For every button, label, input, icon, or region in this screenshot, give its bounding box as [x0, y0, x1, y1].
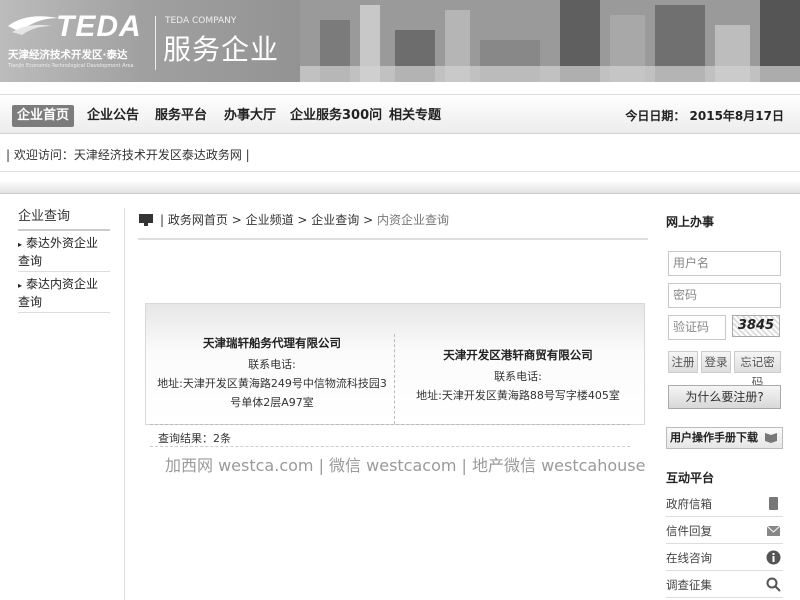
forgot-password-button[interactable]: 忘记密码 [734, 351, 781, 389]
username-input[interactable]: 用户名 [668, 251, 781, 276]
results-panel: 天津瑞轩船务代理有限公司 联系电话: 地址:天津开发区黄海路249号中信物流科技… [145, 303, 645, 425]
company-name[interactable]: 天津瑞轩船务代理有限公司 [152, 334, 392, 353]
card-divider [394, 334, 395, 424]
nav-item-announcements[interactable]: 企业公告 [82, 105, 144, 127]
interaction-item-label: 政府信箱 [666, 497, 712, 511]
why-register-button[interactable]: 为什么要注册? [668, 385, 781, 409]
interaction-title: 互动平台 [666, 471, 715, 485]
register-button[interactable]: 注册 [668, 351, 698, 373]
breadcrumb: | 政务网首页 > 企业频道 > 企业查询 > 内资企业查询 [138, 210, 648, 240]
triangle-right-icon: ▸ [18, 240, 23, 249]
section-title: 服务企业 [163, 33, 280, 66]
result-count: 查询结果：2条 [158, 432, 231, 445]
sidebar-item-label: 泰达外资企业查询 [18, 236, 99, 268]
main-nav: 企业首页 企业公告 服务平台 办事大厅 企业服务300问 相关专题 今日日期： … [0, 94, 800, 134]
sidebar-item-foreign-enterprise[interactable]: ▸ 泰达外资企业查询 [18, 231, 110, 272]
breadcrumb-separator: > [227, 213, 246, 227]
logo-wordmark: TEDA [56, 10, 142, 43]
company-card: 天津瑞轩船务代理有限公司 联系电话: 地址:天津开发区黄海路249号中信物流科技… [152, 334, 392, 412]
teda-swoosh-icon [8, 16, 58, 35]
monitor-icon [139, 214, 153, 226]
page: TEDA 天津经济技术开发区·泰达 Tianjin Economic-Techn… [0, 0, 800, 600]
phone-icon [769, 497, 778, 510]
breadcrumb-enterprise-query[interactable]: 企业查询 [311, 213, 359, 227]
envelope-icon [766, 525, 781, 536]
today-date: 今日日期： 2015年8月17日 [625, 109, 784, 123]
left-sidebar: 企业查询 ▸ 泰达外资企业查询 ▸ 泰达内资企业查询 [18, 205, 110, 313]
company-phone: 联系电话: [248, 358, 296, 371]
interaction-item-survey[interactable]: 调查征集 [666, 572, 783, 598]
company-address: 地址:天津开发区黄海路88号写字楼405室 [416, 389, 620, 402]
manual-download-label: 用户操作手册下载 [670, 431, 758, 444]
nav-item-service-hall[interactable]: 办事大厅 [219, 105, 281, 127]
divider [150, 424, 630, 425]
column-divider [124, 208, 125, 600]
interaction-item-label: 信件回复 [666, 524, 712, 538]
company-address: 地址:天津开发区黄海路249号中信物流科技园3号单体2层A97室 [157, 377, 387, 409]
company-card: 天津开发区港轩商贸有限公司 联系电话: 地址:天津开发区黄海路88号写字楼405… [398, 346, 638, 405]
city-skyline-image [300, 0, 800, 82]
company-phone: 联系电话: [494, 370, 542, 383]
manual-download-link[interactable]: 用户操作手册下载 [666, 427, 783, 449]
password-input[interactable]: 密码 [668, 283, 781, 308]
logo-english-name: Tianjin Economic-Technological Developme… [8, 63, 134, 69]
banner-divider [155, 16, 156, 70]
book-icon [765, 433, 777, 443]
breadcrumb-enterprise-channel[interactable]: 企业频道 [246, 213, 294, 227]
captcha-input[interactable]: 验证码 [668, 315, 726, 340]
breadcrumb-home[interactable]: 政务网首页 [168, 213, 228, 227]
sidebar-item-domestic-enterprise[interactable]: ▸ 泰达内资企业查询 [18, 272, 110, 313]
captcha-image[interactable]: 3845 [732, 315, 780, 337]
header-banner: TEDA 天津经济技术开发区·泰达 Tianjin Economic-Techn… [0, 0, 800, 82]
sidebar-item-label: 泰达内资企业查询 [18, 277, 99, 309]
section-english-title: TEDA COMPANY [165, 16, 237, 26]
magnifier-icon [766, 577, 781, 592]
interaction-item-replies[interactable]: 信件回复 [666, 518, 783, 544]
logo-chinese-name: 天津经济技术开发区·泰达 [8, 49, 128, 61]
info-icon [766, 550, 781, 565]
interaction-item-consult[interactable]: 在线咨询 [666, 545, 783, 571]
divider-band [0, 180, 800, 194]
breadcrumb-current: 内资企业查询 [376, 213, 449, 227]
welcome-bar: | 欢迎访问：天津经济技术开发区泰达政务网 | [0, 138, 800, 172]
nav-item-faq-300[interactable]: 企业服务300问 [285, 105, 387, 127]
nav-item-home[interactable]: 企业首页 [12, 105, 75, 127]
sidebar-title: 企业查询 [18, 205, 110, 231]
teda-logo[interactable]: TEDA 天津经济技术开发区·泰达 Tianjin Economic-Techn… [6, 10, 151, 72]
interaction-item-mailbox[interactable]: 政府信箱 [666, 491, 783, 517]
interaction-item-label: 在线咨询 [666, 551, 712, 565]
watermark-text: 加西网 westca.com | 微信 westcacom | 地产微信 wes… [165, 456, 646, 475]
triangle-right-icon: ▸ [18, 281, 23, 290]
breadcrumb-separator: > [359, 213, 377, 227]
login-button[interactable]: 登录 [701, 351, 731, 373]
breadcrumb-separator: > [293, 213, 312, 227]
company-name[interactable]: 天津开发区港轩商贸有限公司 [398, 346, 638, 365]
divider [150, 446, 630, 447]
nav-item-topics[interactable]: 相关专题 [384, 105, 446, 127]
online-service-title: 网上办事 [666, 215, 715, 229]
interaction-item-label: 调查征集 [666, 578, 712, 592]
nav-item-service-platform[interactable]: 服务平台 [150, 105, 212, 127]
